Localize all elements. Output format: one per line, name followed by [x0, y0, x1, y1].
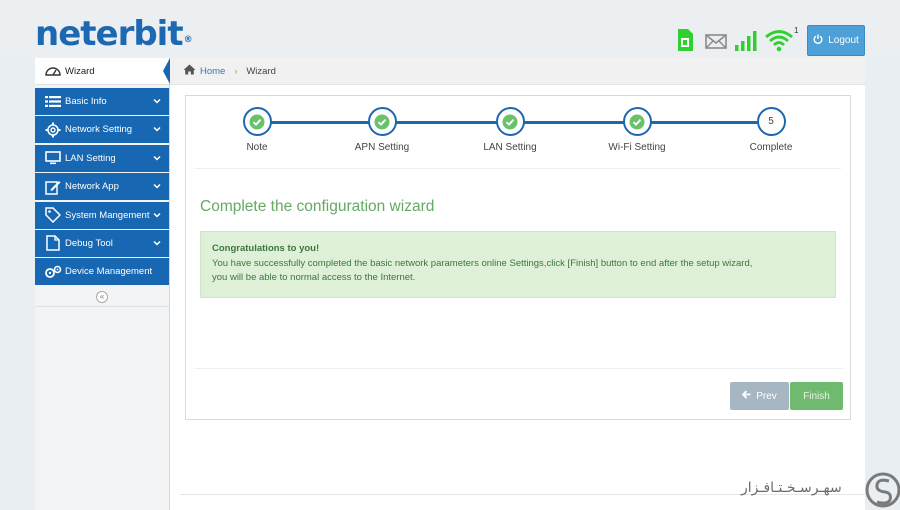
sidebar-item-network-app[interactable]: Network App — [35, 173, 169, 201]
step-label: APN Setting — [354, 142, 410, 153]
collapse-icon[interactable]: « — [96, 290, 108, 303]
sidebar-item-debug-tool[interactable]: Debug Tool — [35, 229, 169, 257]
watermark: سهـرسـخـتـافـزار — [741, 470, 900, 510]
home-icon — [183, 64, 196, 78]
wizard-steps: Note APN Setting LAN Setting Wi-Fi Setti… — [195, 96, 841, 169]
logout-button[interactable]: Logout — [807, 25, 865, 56]
chevron-down-icon — [153, 98, 161, 104]
divider — [195, 368, 843, 369]
sim-card-icon — [676, 28, 694, 57]
step-wifi-setting: Wi-Fi Setting — [587, 107, 687, 153]
file-icon — [43, 235, 63, 252]
step-lan-setting: LAN Setting — [460, 107, 560, 153]
alert-message-line: you will be able to normal access to the… — [212, 272, 416, 283]
edit-icon — [43, 179, 63, 195]
dashboard-icon — [43, 63, 63, 79]
sidebar-item-device-management[interactable]: Device Management — [35, 258, 169, 286]
alert-heading: Congratulations to you! — [212, 243, 320, 254]
sidebar-item-lan-setting[interactable]: LAN Setting — [35, 144, 169, 172]
breadcrumb: Home › Wizard — [170, 58, 865, 85]
sidebar-collapse: « — [35, 287, 169, 307]
brand-logo: neterbit® — [35, 14, 193, 54]
power-icon — [813, 34, 823, 47]
wifi-icon — [764, 28, 794, 57]
finish-button[interactable]: Finish — [790, 382, 843, 410]
tag-icon — [43, 207, 63, 224]
watermark-text: سهـرسـخـتـافـزار — [741, 480, 842, 496]
chevron-down-icon — [153, 184, 161, 189]
step-number: 5 — [768, 116, 774, 127]
sidebar-item-wizard[interactable]: Wizard — [35, 58, 170, 85]
chevron-down-icon — [153, 240, 161, 246]
step-complete: 5 Complete — [721, 107, 821, 153]
success-alert: Congratulations to you! You have success… — [200, 231, 836, 298]
sidebar-item-system-management[interactable]: System Mangement — [35, 201, 169, 229]
breadcrumb-separator-icon: › — [234, 66, 238, 76]
monitor-icon — [43, 150, 63, 166]
prev-button[interactable]: Prev — [730, 382, 789, 410]
check-icon — [249, 114, 265, 129]
wizard-title: Complete the configuration wizard — [200, 198, 435, 215]
step-note: Note — [207, 107, 307, 153]
alert-message-line: You have successfully completed the basi… — [212, 257, 753, 269]
top-header: neterbit® 1 Logout — [0, 0, 900, 58]
arrow-left-icon — [741, 390, 751, 402]
wifi-client-count: 1 — [794, 26, 799, 35]
breadcrumb-home-link[interactable]: Home — [200, 66, 225, 77]
sidebar-item-basic-info[interactable]: Basic Info — [35, 88, 169, 115]
check-icon — [374, 114, 390, 129]
check-icon — [629, 114, 645, 129]
gears-icon — [43, 264, 63, 280]
step-label: Wi-Fi Setting — [608, 142, 666, 153]
gear-icon — [43, 122, 63, 138]
step-label: Complete — [749, 142, 793, 153]
sidebar: Wizard Basic Info Network Setting LAN Se… — [35, 58, 170, 510]
chevron-down-icon — [153, 212, 161, 218]
chevron-down-icon — [153, 155, 161, 161]
watermark-logo-icon — [865, 472, 900, 508]
list-icon — [43, 94, 63, 110]
step-apn-setting: APN Setting — [332, 107, 432, 153]
signal-strength-icon — [735, 31, 757, 56]
step-label: LAN Setting — [483, 142, 537, 153]
breadcrumb-current: Wizard — [246, 65, 276, 77]
chevron-down-icon — [153, 127, 161, 132]
main-content: Home › Wizard Note APN Setting LAN Setti… — [170, 58, 865, 510]
mail-icon[interactable] — [705, 34, 727, 54]
sidebar-item-network-setting[interactable]: Network Setting — [35, 116, 169, 144]
step-label: Note — [246, 142, 268, 153]
wizard-panel: Note APN Setting LAN Setting Wi-Fi Setti… — [185, 95, 851, 420]
check-icon — [502, 114, 518, 129]
